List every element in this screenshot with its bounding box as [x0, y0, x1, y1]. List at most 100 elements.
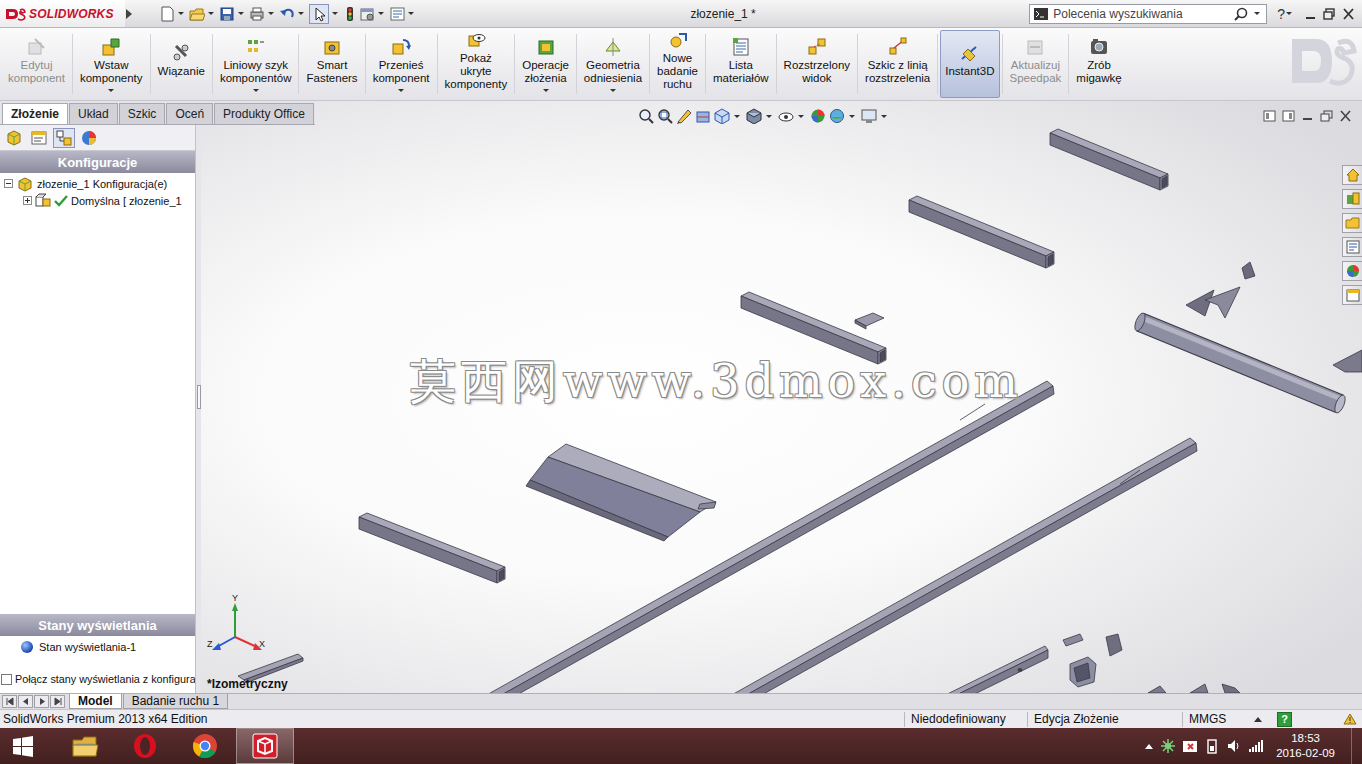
- appearances-icon[interactable]: [1345, 263, 1361, 279]
- display-state-label[interactable]: Stan wyświetlania-1: [39, 641, 136, 653]
- ribbon-button[interactable]: AktualizujSpeedpak: [1005, 30, 1067, 98]
- appearance-icon[interactable]: [810, 108, 826, 124]
- clock-date[interactable]: 2016-02-09: [1276, 746, 1335, 761]
- label-line[interactable]: Wiązanie: [158, 65, 205, 78]
- next-arrow-icon[interactable]: [37, 697, 47, 706]
- label-line[interactable]: Aktualizuj: [1011, 59, 1060, 72]
- restore-icon[interactable]: [1320, 109, 1333, 123]
- button-label[interactable]: Liniowy szykkomponentów: [220, 59, 292, 85]
- ribbon-button[interactable]: SmartFasteners: [301, 30, 362, 98]
- expand-toggle[interactable]: [4, 179, 13, 188]
- dropdown-arrow-icon[interactable]: [766, 115, 772, 118]
- open-folder-icon[interactable]: [189, 6, 205, 22]
- command-search[interactable]: [1029, 4, 1267, 24]
- dropdown-arrow-icon[interactable]: [798, 115, 804, 118]
- start-button[interactable]: [0, 728, 46, 764]
- dropdown-arrow-icon[interactable]: [1254, 12, 1260, 15]
- ribbon-button[interactable]: Operacjezłożenia: [517, 30, 574, 98]
- command-icon[interactable]: [391, 37, 411, 57]
- opera-icon[interactable]: [130, 731, 160, 761]
- task-pane-tab[interactable]: [1342, 285, 1362, 305]
- manager-tab[interactable]: [3, 128, 25, 148]
- command-icon[interactable]: [731, 37, 751, 57]
- feature-manager-icon[interactable]: [5, 129, 23, 147]
- taskbar-app[interactable]: [116, 728, 174, 764]
- last-arrow-icon[interactable]: [53, 697, 63, 706]
- solidworks-logo[interactable]: SOLIDWORKS: [0, 0, 125, 27]
- windows-logo-icon[interactable]: [12, 735, 34, 758]
- tab-nav-button[interactable]: [34, 695, 49, 708]
- label-line[interactable]: złożenia: [524, 72, 566, 85]
- scene-icon[interactable]: [829, 108, 845, 124]
- graphics-area[interactable]: YXZ*Izometryczny莫西网www.3dmox.com: [201, 101, 1362, 693]
- button-label[interactable]: Geometriaodniesienia: [584, 59, 642, 85]
- button-label[interactable]: Szkic z liniąrozstrzelenia: [865, 59, 930, 85]
- command-icon[interactable]: [246, 37, 266, 57]
- label-line[interactable]: migawkę: [1076, 72, 1121, 85]
- label-line[interactable]: rozstrzelenia: [865, 72, 930, 85]
- button-label[interactable]: Zróbmigawkę: [1076, 59, 1121, 85]
- command-icon[interactable]: [807, 37, 827, 57]
- section-view-icon[interactable]: [695, 108, 711, 124]
- label-line[interactable]: komponenty: [80, 72, 143, 85]
- solidworks-icon[interactable]: [250, 731, 280, 761]
- display-state-ball-icon[interactable]: [20, 640, 34, 654]
- label-line[interactable]: Speedpak: [1010, 72, 1062, 85]
- label-line[interactable]: materiałów: [713, 72, 769, 85]
- view-orientation-icon[interactable]: [714, 108, 730, 124]
- label-line[interactable]: Szkic z linią: [868, 59, 928, 72]
- help-button[interactable]: ?: [1277, 6, 1285, 22]
- tree-label[interactable]: złozenie_1 Konfiguracja(e): [37, 178, 167, 190]
- configuration-icon[interactable]: [35, 193, 51, 209]
- label-line[interactable]: Rozstrzelony: [784, 59, 850, 72]
- command-tab[interactable]: Produkty Office: [214, 103, 314, 124]
- taskbar-app[interactable]: [176, 728, 234, 764]
- design-library-icon[interactable]: [1345, 191, 1361, 207]
- ribbon-button[interactable]: Edytujkomponent: [3, 30, 70, 98]
- label-line[interactable]: Smart: [317, 59, 348, 72]
- button-label[interactable]: SmartFasteners: [306, 59, 357, 85]
- command-icon[interactable]: [322, 37, 342, 57]
- command-icon[interactable]: [101, 37, 121, 57]
- dropdown-arrow-icon[interactable]: [398, 89, 404, 92]
- ribbon-button[interactable]: Szkic z liniąrozstrzelenia: [860, 30, 935, 98]
- command-icon[interactable]: [536, 37, 556, 57]
- task-pane-tab[interactable]: [1342, 237, 1362, 257]
- dropdown-arrow-icon[interactable]: [610, 89, 616, 92]
- label-line[interactable]: badanie: [657, 65, 698, 78]
- clock[interactable]: 18:532016-02-09: [1270, 731, 1341, 761]
- previous-view-icon[interactable]: [676, 108, 692, 124]
- restore-icon[interactable]: [1322, 7, 1337, 21]
- select-pointer-icon[interactable]: [309, 4, 329, 24]
- button-label[interactable]: Wstawkomponenty: [80, 59, 143, 85]
- label-line[interactable]: Pokaż: [460, 52, 492, 65]
- button-label[interactable]: Instant3D: [945, 65, 994, 78]
- button-label[interactable]: Operacjezłożenia: [522, 59, 569, 85]
- label-line[interactable]: Fasteners: [306, 72, 357, 85]
- command-tab[interactable]: Układ: [69, 103, 118, 124]
- label-line[interactable]: Nowe: [663, 52, 692, 65]
- dropdown-arrow-icon[interactable]: [849, 115, 855, 118]
- clock-time[interactable]: 18:53: [1291, 731, 1320, 746]
- label-line[interactable]: odniesienia: [584, 72, 642, 85]
- dropdown-arrow-icon[interactable]: [253, 89, 259, 92]
- manager-tab[interactable]: [53, 128, 75, 148]
- display-manager-icon[interactable]: [80, 129, 98, 147]
- ribbon-button[interactable]: Rozstrzelonywidok: [779, 30, 855, 98]
- action-center-icon[interactable]: [1182, 738, 1198, 754]
- button-label[interactable]: Edytujkomponent: [8, 59, 65, 85]
- ds-logo-icon[interactable]: [4, 6, 26, 22]
- label-line[interactable]: ukryte: [460, 65, 491, 78]
- close-icon[interactable]: [1341, 7, 1356, 21]
- label-line[interactable]: Instant3D: [945, 65, 994, 78]
- document-tab[interactable]: Badanie ruchu 1: [123, 694, 228, 709]
- command-icon[interactable]: [26, 37, 46, 57]
- ribbon-button[interactable]: Pokażukrytekomponenty: [440, 30, 513, 98]
- ribbon-button[interactable]: Geometriaodniesienia: [579, 30, 647, 98]
- dropdown-arrow-icon[interactable]: [298, 12, 304, 15]
- dropdown-arrow-icon[interactable]: [238, 12, 244, 15]
- command-icon[interactable]: [1025, 37, 1045, 57]
- configuration-manager-icon[interactable]: [55, 129, 73, 147]
- previous-arrow-icon[interactable]: [21, 697, 31, 706]
- zoom-area-icon[interactable]: [657, 108, 673, 124]
